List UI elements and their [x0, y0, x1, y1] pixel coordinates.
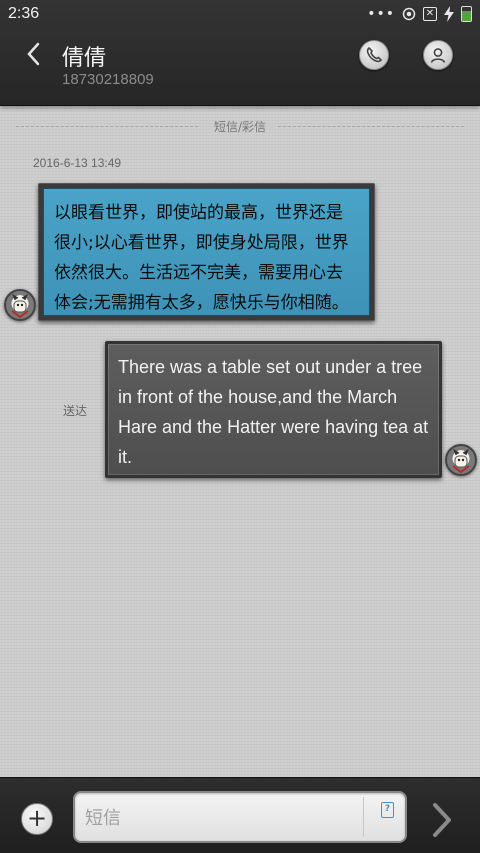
- message-input-container: ?: [73, 791, 407, 843]
- battery-icon: [461, 6, 472, 22]
- add-icon: +: [26, 804, 48, 832]
- charging-icon: [444, 6, 454, 22]
- contact-name[interactable]: 倩倩: [62, 40, 106, 72]
- back-button[interactable]: [26, 42, 50, 72]
- incoming-message-text: 以眼看世界，即使站的最高，世界还是很小;以心看世界，即使身处局限，世界依然很大。…: [43, 188, 370, 316]
- my-avatar[interactable]: [445, 444, 477, 476]
- top-bar: 2:36 ••• ✕ 倩倩 18730218809: [0, 0, 480, 106]
- send-icon: [433, 803, 451, 837]
- status-time: 2:36: [8, 5, 40, 22]
- template-icon[interactable]: ?: [381, 802, 394, 818]
- contact-number: 18730218809: [62, 71, 154, 88]
- incoming-message-bubble[interactable]: 以眼看世界，即使站的最高，世界还是很小;以心看世界，即使身处局限，世界依然很大。…: [38, 183, 375, 321]
- no-sim-icon: ✕: [423, 7, 437, 21]
- avatar-icon: [452, 448, 470, 474]
- input-divider: [363, 797, 364, 837]
- divider-line: [278, 126, 464, 127]
- call-button[interactable]: [359, 40, 389, 70]
- profile-icon: [430, 48, 446, 63]
- phone-icon: [366, 47, 382, 63]
- avatar-icon: [11, 293, 29, 319]
- send-button[interactable]: [424, 800, 460, 840]
- back-icon: [27, 42, 40, 66]
- location-icon: [402, 7, 416, 21]
- message-timestamp: 2016-6-13 13:49: [33, 156, 122, 170]
- contact-profile-button[interactable]: [423, 40, 453, 70]
- more-dots-icon: •••: [367, 6, 395, 22]
- message-input[interactable]: [85, 803, 355, 833]
- outgoing-message-bubble[interactable]: There was a table set out under a tree i…: [105, 341, 442, 478]
- status-icons: ••• ✕: [367, 5, 472, 23]
- compose-bar: + ?: [0, 777, 480, 853]
- delivery-status: 送达: [63, 404, 88, 418]
- contact-avatar[interactable]: [4, 289, 36, 321]
- add-attachment-button[interactable]: +: [21, 803, 53, 835]
